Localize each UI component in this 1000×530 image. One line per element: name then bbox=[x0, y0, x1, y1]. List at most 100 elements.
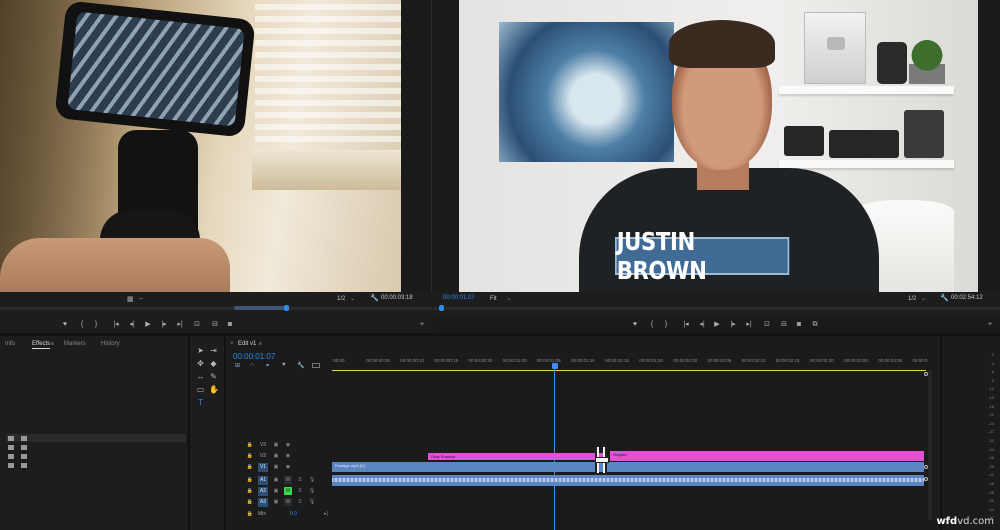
track-label[interactable]: V1 bbox=[258, 463, 268, 472]
track-header-v1[interactable]: 🔒 V1 ▣ ◉ bbox=[246, 463, 330, 473]
lock-icon[interactable]: 🔒 bbox=[246, 452, 254, 460]
effects-folder-row[interactable] bbox=[6, 434, 186, 442]
track-label[interactable]: A3 bbox=[258, 498, 268, 507]
eye-icon[interactable]: ◉ bbox=[284, 452, 292, 460]
nest-icon[interactable]: ⊞ bbox=[235, 362, 240, 369]
graphic-clip[interactable]: Graphic bbox=[610, 451, 924, 461]
track-header-v3[interactable]: 🔒 V3 ▣ ◉ bbox=[246, 441, 330, 451]
track-label[interactable]: A1 bbox=[258, 476, 268, 485]
pen-tool-icon[interactable]: ✎ bbox=[209, 372, 218, 381]
add-marker-icon[interactable]: ♥ bbox=[61, 321, 69, 329]
footage-clip-audio[interactable] bbox=[332, 475, 924, 486]
sync-lock-icon[interactable]: ▣ bbox=[272, 498, 280, 506]
tab-effects[interactable]: Effects bbox=[32, 341, 50, 347]
tab-info[interactable]: Info bbox=[5, 341, 15, 347]
track-header-a3[interactable]: 🔒 A3 ▣ M S 🎙 bbox=[246, 498, 330, 508]
track-header-master[interactable]: 🔒 Mix 0.0 ▸| bbox=[246, 510, 330, 520]
source-video-frame[interactable] bbox=[0, 0, 401, 292]
sync-lock-icon[interactable]: ▣ bbox=[272, 463, 280, 471]
work-area-bar[interactable] bbox=[332, 370, 926, 371]
add-button-icon[interactable]: + bbox=[986, 321, 994, 329]
extract-button[interactable]: ⊟ bbox=[780, 321, 788, 329]
sync-lock-icon[interactable]: ▣ bbox=[272, 452, 280, 460]
effects-folder-row[interactable] bbox=[6, 461, 186, 469]
track-select-tool-icon[interactable]: ⇥ bbox=[209, 346, 218, 355]
program-playhead[interactable] bbox=[439, 305, 444, 311]
program-video-frame[interactable]: JUSTIN BROWN bbox=[459, 0, 978, 292]
timeline-timecode[interactable]: 00:00:01:07 bbox=[233, 352, 275, 361]
linked-selection-icon[interactable]: ⚭ bbox=[265, 362, 270, 369]
lock-icon[interactable]: 🔒 bbox=[246, 498, 254, 506]
program-timecode[interactable]: 00:00:01:07 bbox=[443, 295, 475, 301]
voiceover-mic-icon[interactable]: 🎙 bbox=[308, 498, 316, 506]
source-scrub-bar[interactable] bbox=[0, 307, 432, 310]
export-frame-icon[interactable]: ◙ bbox=[795, 321, 803, 329]
timeline-playhead-handle[interactable] bbox=[552, 363, 558, 369]
solo-button[interactable]: S bbox=[296, 487, 304, 495]
play-button[interactable]: ▶ bbox=[713, 321, 721, 329]
step-forward-button[interactable]: |▸ bbox=[729, 321, 737, 329]
play-button[interactable]: ▶ bbox=[144, 321, 152, 329]
sync-lock-icon[interactable]: ▣ bbox=[272, 441, 280, 449]
slip-tool-icon[interactable]: ↔ bbox=[196, 372, 205, 381]
razor-tool-icon[interactable]: ◆ bbox=[209, 359, 218, 368]
time-ruler[interactable]: :00:00 00:00:00:05 00:00:00:10 00:00:00:15 0… bbox=[332, 352, 927, 370]
wrench-icon[interactable]: 🔧 bbox=[370, 294, 379, 302]
step-forward-button[interactable]: |▸ bbox=[160, 321, 168, 329]
add-button-icon[interactable]: + bbox=[418, 321, 426, 329]
go-to-out-button[interactable]: ▸| bbox=[745, 321, 753, 329]
track-header-a2[interactable]: 🔒 A2 ▣ M S 🎙 bbox=[246, 487, 330, 497]
voiceover-mic-icon[interactable]: 🎙 bbox=[308, 476, 316, 484]
snap-icon[interactable]: ∩ bbox=[250, 362, 254, 368]
comparison-view-icon[interactable]: ⧉ bbox=[811, 321, 819, 329]
panel-menu-icon[interactable]: ≡ bbox=[259, 341, 262, 347]
mark-out-button[interactable]: } bbox=[662, 321, 670, 329]
voiceover-mic-icon[interactable]: 🎙 bbox=[308, 487, 316, 495]
lock-icon[interactable]: 🔒 bbox=[246, 510, 254, 518]
overwrite-button[interactable]: ⊟ bbox=[211, 321, 219, 329]
step-back-button[interactable]: ◂| bbox=[128, 321, 136, 329]
close-icon[interactable]: × bbox=[230, 341, 234, 347]
film-icon[interactable]: ▦ bbox=[127, 295, 134, 303]
master-volume-value[interactable]: 0.0 bbox=[290, 511, 297, 517]
track-label[interactable]: V3 bbox=[258, 441, 268, 450]
wrench-icon[interactable]: 🔧 bbox=[940, 294, 949, 302]
type-tool-icon[interactable]: T bbox=[196, 398, 205, 407]
solo-button[interactable]: S bbox=[296, 498, 304, 506]
solo-button[interactable]: S bbox=[296, 476, 304, 484]
track-label[interactable]: V2 bbox=[258, 452, 268, 461]
tab-history[interactable]: History bbox=[101, 341, 120, 347]
lock-icon[interactable]: 🔒 bbox=[246, 476, 254, 484]
adjustment-clip[interactable]: Drop Shadow bbox=[428, 453, 603, 460]
program-fit-select[interactable]: Fit ⌄ bbox=[490, 295, 511, 302]
lock-icon[interactable]: 🔒 bbox=[246, 463, 254, 471]
add-marker-icon[interactable]: ♥ bbox=[282, 362, 286, 368]
timeline-playhead[interactable] bbox=[554, 368, 555, 530]
lock-icon[interactable]: 🔒 bbox=[246, 441, 254, 449]
program-zoom-select[interactable]: 1/2 ⌄ bbox=[908, 295, 926, 302]
drag-video-icon[interactable]: ⇔ bbox=[138, 296, 144, 302]
mark-in-button[interactable]: { bbox=[78, 321, 86, 329]
panel-menu-icon[interactable]: ≡ bbox=[51, 341, 54, 347]
captions-icon[interactable] bbox=[312, 363, 320, 368]
export-frame-icon[interactable]: ◙ bbox=[226, 321, 234, 329]
track-header-a1[interactable]: 🔒 A1 ▣ M S 🎙 bbox=[246, 476, 330, 486]
go-to-out-button[interactable]: ▸| bbox=[176, 321, 184, 329]
footage-clip-video[interactable]: Footage.mp4 [V] bbox=[332, 462, 924, 472]
rectangle-tool-icon[interactable]: ▭ bbox=[196, 385, 205, 394]
track-header-v2[interactable]: 🔒 V2 ▣ ◉ bbox=[246, 452, 330, 462]
ripple-edit-tool-icon[interactable]: ✥ bbox=[196, 359, 205, 368]
go-to-out-icon[interactable]: ▸| bbox=[322, 510, 330, 518]
sync-lock-icon[interactable]: ▣ bbox=[272, 476, 280, 484]
effects-folder-row[interactable] bbox=[6, 452, 186, 460]
hand-tool-icon[interactable]: ✋ bbox=[209, 385, 219, 394]
effects-folder-row[interactable] bbox=[6, 443, 186, 451]
source-zoom-select[interactable]: 1/2 ⌄ bbox=[337, 295, 355, 302]
mute-button[interactable]: M bbox=[284, 476, 292, 484]
lower-third-title[interactable]: JUSTIN BROWN bbox=[615, 227, 790, 285]
track-label[interactable]: A2 bbox=[258, 487, 268, 496]
lift-button[interactable]: ⊡ bbox=[763, 321, 771, 329]
step-back-button[interactable]: ◂| bbox=[698, 321, 706, 329]
source-in-out-range[interactable] bbox=[234, 306, 286, 310]
sequence-tab[interactable]: Edit v1 bbox=[238, 341, 256, 347]
